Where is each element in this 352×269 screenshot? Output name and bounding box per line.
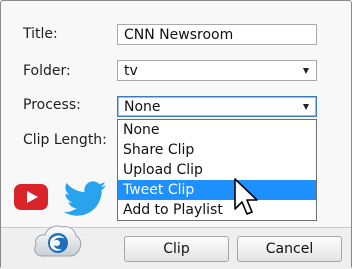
cloud-logo-icon	[34, 225, 82, 257]
process-dropdown-list: None Share Clip Upload Clip Tweet Clip A…	[117, 119, 317, 221]
dropdown-option-upload-clip[interactable]: Upload Clip	[118, 160, 316, 180]
dropdown-option-share-clip[interactable]: Share Clip	[118, 140, 316, 160]
folder-label: Folder:	[23, 63, 71, 79]
dropdown-option-tweet-clip[interactable]: Tweet Clip	[118, 180, 316, 200]
twitter-icon[interactable]	[63, 181, 107, 217]
clip-length-label: Clip Length:	[23, 132, 107, 148]
dropdown-option-none[interactable]: None	[118, 120, 316, 140]
title-input[interactable]: CNN Newsroom	[117, 24, 317, 45]
youtube-icon[interactable]	[13, 183, 49, 211]
dropdown-option-add-to-playlist[interactable]: Add to Playlist	[118, 200, 316, 220]
process-select-value: None	[124, 99, 161, 115]
chevron-down-icon	[303, 104, 309, 110]
title-label: Title:	[23, 26, 58, 42]
process-select[interactable]: None	[117, 96, 317, 117]
clip-button[interactable]: Clip	[124, 236, 229, 262]
chevron-down-icon	[303, 68, 309, 74]
cancel-button[interactable]: Cancel	[237, 236, 342, 262]
clip-dialog: Title: CNN Newsroom Folder: tv Process: …	[0, 0, 352, 269]
mouse-pointer-icon	[234, 178, 258, 215]
folder-select-value: tv	[124, 63, 138, 79]
folder-select[interactable]: tv	[117, 60, 317, 81]
process-label: Process:	[23, 97, 81, 113]
